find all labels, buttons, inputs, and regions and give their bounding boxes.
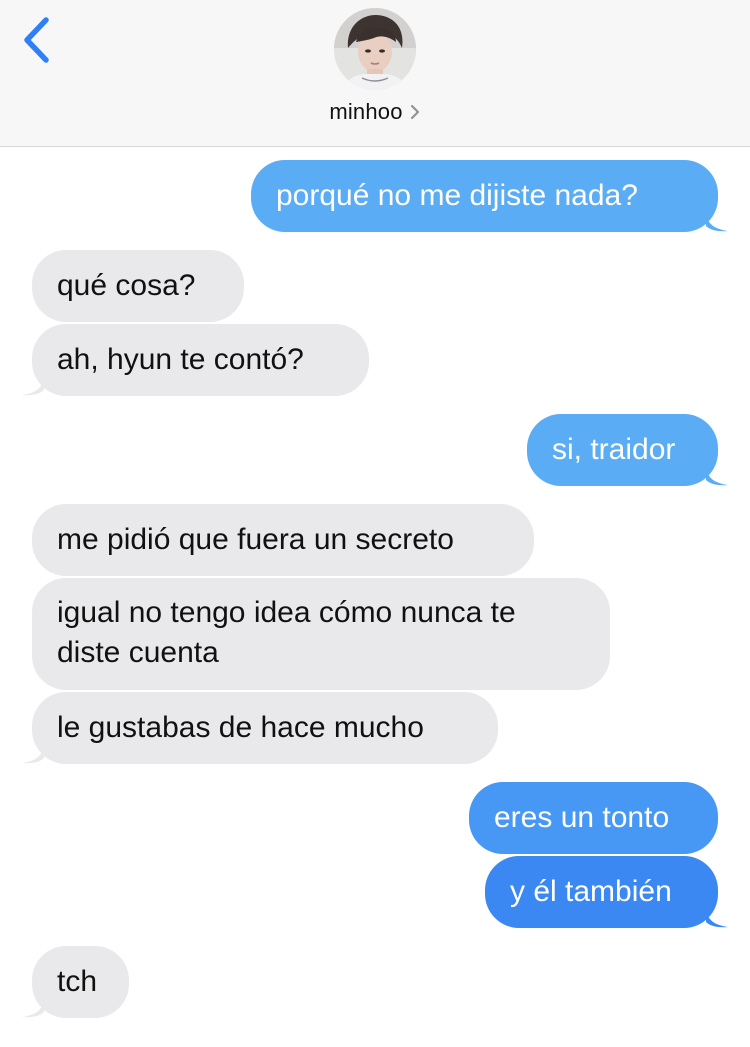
avatar-photo — [334, 8, 416, 90]
received-message-bubble[interactable]: me pidió que fuera un secreto — [32, 504, 534, 576]
bubble-tail — [22, 1000, 44, 1018]
message-text: porqué no me dijiste nada? — [276, 179, 638, 212]
message-text: si, traidor — [552, 433, 676, 466]
received-message-bubble[interactable]: ah, hyun te contó? — [32, 324, 369, 396]
sent-message-bubble[interactable]: eres un tonto — [469, 782, 718, 854]
bubble-tail — [706, 214, 728, 232]
back-button[interactable] — [18, 14, 62, 68]
sent-message-bubble[interactable]: porqué no me dijiste nada? — [251, 160, 718, 232]
bubble-tail — [22, 378, 44, 396]
bubble-tail — [706, 910, 728, 928]
message-text: ah, hyun te contó? — [57, 343, 304, 376]
contact-avatar[interactable] — [334, 8, 416, 90]
chevron-right-icon — [410, 105, 419, 119]
contact-name: minhoo — [329, 99, 403, 124]
message-text: me pidió que fuera un secreto — [57, 523, 454, 556]
contact-info-button[interactable]: minhoo — [0, 96, 750, 128]
message-text: le gustabas de hace mucho — [57, 711, 424, 744]
conversation-header: minhoo — [0, 0, 750, 147]
bubble-tail — [706, 468, 728, 486]
sent-message-bubble[interactable]: si, traidor — [527, 414, 718, 486]
received-message-bubble[interactable]: le gustabas de hace mucho — [32, 692, 498, 764]
message-text: igual no tengo idea cómo nunca te diste … — [57, 596, 516, 669]
messages-screen: minhoo porqué no me dijiste nada? qué co… — [0, 0, 750, 1047]
message-text: eres un tonto — [494, 801, 670, 834]
bubble-tail — [22, 746, 44, 764]
chevron-left-icon — [24, 17, 49, 63]
received-message-bubble[interactable]: tch — [32, 946, 129, 1018]
received-message-bubble[interactable]: qué cosa? — [32, 250, 244, 322]
sent-message-bubble[interactable]: y él también — [485, 856, 718, 928]
received-message-bubble[interactable]: igual no tengo idea cómo nunca te diste … — [32, 578, 610, 690]
message-text: y él también — [510, 875, 672, 908]
message-text: qué cosa? — [57, 269, 196, 302]
message-text: tch — [57, 965, 98, 998]
